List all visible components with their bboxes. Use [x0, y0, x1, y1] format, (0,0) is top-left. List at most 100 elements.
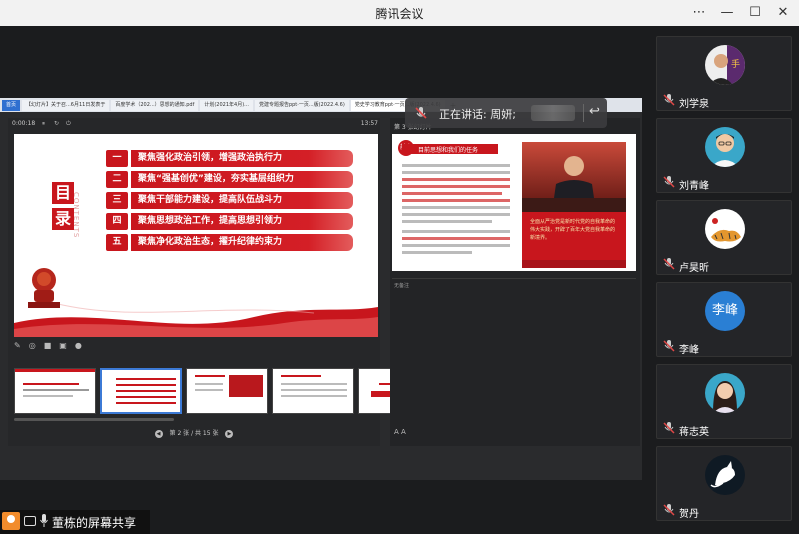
- item-number: 二: [106, 171, 128, 188]
- thumbnail-scrollbar[interactable]: [14, 418, 174, 421]
- next-slide-button[interactable]: ▶: [225, 429, 234, 438]
- banner-divider: [583, 104, 584, 122]
- participant-name: 刘青峰: [679, 181, 709, 192]
- next-slide-preview: 前言 目前思想和我们的任务: [392, 134, 636, 271]
- slide-thumbnail[interactable]: [272, 368, 354, 414]
- microphone-icon: [40, 514, 48, 527]
- participant-tile[interactable]: 蒋志英: [656, 364, 792, 439]
- contents-item: 二 聚焦“强基创优”建设，夯实基层组织力: [106, 171, 368, 188]
- contents-char: 录: [52, 208, 74, 230]
- maximize-button[interactable]: ☐: [745, 3, 765, 23]
- reset-icon[interactable]: ↻: [54, 120, 59, 127]
- item-text: 聚焦思想政治工作，提高思想引领力: [131, 213, 353, 230]
- screen-share-icon: [24, 516, 36, 526]
- clock-time: 13:57: [360, 120, 378, 127]
- participant-avatar: [705, 455, 745, 495]
- notes-panel[interactable]: [392, 278, 636, 428]
- screen-sharer-bar: 董栋的屏幕共享: [0, 510, 150, 534]
- power-icon[interactable]: ⏻: [66, 120, 71, 128]
- presenter-tools: ✎ ◎ ■ ▣ ●: [14, 341, 82, 353]
- camera-icon[interactable]: ■: [44, 341, 52, 353]
- browser-tab[interactable]: 首页: [2, 99, 21, 111]
- more-button[interactable]: ⋯: [689, 3, 709, 23]
- speaking-banner: 正在讲话: 周妍; ↩: [405, 98, 607, 128]
- mic-muted-icon[interactable]: [662, 339, 676, 353]
- close-button[interactable]: ✕: [773, 3, 793, 23]
- browser-tab[interactable]: 百度学术（202...）思想的通知.pdf: [111, 99, 199, 111]
- slide-pager: ◀ 第 2 张 / 共 15 张 ▶: [8, 428, 380, 438]
- pause-icon[interactable]: ⏸: [42, 120, 45, 128]
- contents-item: 五 聚焦净化政治生态，擢升纪律约束力: [106, 234, 368, 251]
- next-slide-quote: 全面从严治党是新时代党的自我革命的伟大实践，开辟了百年大党自我革命的新境界。: [522, 212, 626, 260]
- item-number: 五: [106, 234, 128, 251]
- pen-icon[interactable]: ✎: [14, 341, 21, 353]
- slide-thumbnail[interactable]: [14, 368, 96, 414]
- item-number: 三: [106, 192, 128, 209]
- mic-muted-icon[interactable]: [662, 421, 676, 435]
- browser-tab[interactable]: 【幻灯片】关于召...6月11日发表于: [22, 99, 110, 111]
- item-text: 聚焦强化政治引领，增强政治执行力: [131, 150, 353, 167]
- participant-avatar: 手: [705, 45, 745, 85]
- participant-tile[interactable]: 贺丹: [656, 446, 792, 521]
- slide-thumbnails: [14, 368, 440, 416]
- item-text: 聚焦净化政治生态，擢升纪律约束力: [131, 234, 353, 251]
- contents-item: 三 聚焦干部能力建设，提高队伍战斗力: [106, 192, 368, 209]
- mic-muted-icon: [415, 107, 427, 119]
- title-bar: 腾讯会议 ⋯ — ☐ ✕: [0, 0, 799, 26]
- minimize-button[interactable]: —: [717, 3, 737, 23]
- item-number: 四: [106, 213, 128, 230]
- contents-heading: 目 录 CONTENTS: [46, 182, 86, 262]
- participant-tile[interactable]: 卢昊昕: [656, 200, 792, 275]
- participant-avatar: [705, 127, 745, 167]
- speaking-label: 正在讲话: 周妍;: [439, 108, 516, 121]
- participant-tile[interactable]: 李峰 李峰: [656, 282, 792, 357]
- presenter-view: 0:00:18 ⏸ ↻ ⏻ 13:57 目 录 CONTENTS 一 聚焦强化政…: [8, 118, 440, 446]
- presenter-timer-row: 0:00:18 ⏸ ↻ ⏻ 13:57: [8, 120, 380, 130]
- participant-avatar-text: 李峰: [705, 291, 745, 331]
- next-slide-footer-bar: [522, 260, 626, 268]
- participant-tile[interactable]: 刘青峰: [656, 118, 792, 193]
- tencent-meeting-window: 腾讯会议 ⋯ — ☐ ✕ 首页 【幻灯片】关于召...6月11日发表于 百度学术…: [0, 0, 799, 534]
- participant-name: 刘学泉: [679, 99, 709, 110]
- browser-tab[interactable]: 计划(2021年4月)...: [200, 99, 253, 111]
- participant-name: 卢昊昕: [679, 263, 709, 274]
- speaker-photo-image: [522, 142, 626, 212]
- slide-thumbnail[interactable]: [186, 368, 268, 414]
- slide-thumbnail-selected[interactable]: [100, 368, 182, 414]
- elapsed-time: 0:00:18: [12, 120, 36, 127]
- item-text: 聚焦干部能力建设，提高队伍战斗力: [131, 192, 353, 209]
- prev-slide-button[interactable]: ◀: [154, 429, 163, 438]
- user-avatar-icon: [2, 512, 20, 530]
- contents-english: CONTENTS: [72, 192, 80, 239]
- item-text: 聚焦“强基创优”建设，夯实基层组织力: [131, 171, 353, 188]
- next-slide-body-lines: [402, 164, 510, 254]
- contents-list: 一 聚焦强化政治引领，增强政治执行力 二 聚焦“强基创优”建设，夯实基层组织力 …: [106, 150, 368, 255]
- window-title: 腾讯会议: [375, 7, 424, 21]
- participant-name: 李峰: [679, 345, 699, 356]
- contents-item: 四 聚焦思想政治工作，提高思想引领力: [106, 213, 368, 230]
- participant-name: 蒋志英: [679, 427, 709, 438]
- sharer-name: 董栋的屏幕共享: [52, 516, 137, 530]
- shared-desktop: 首页 【幻灯片】关于召...6月11日发表于 百度学术（202...）思想的通知…: [0, 98, 642, 480]
- mic-muted-icon[interactable]: [662, 503, 676, 517]
- current-slide: 目 录 CONTENTS 一 聚焦强化政治引领，增强政治执行力 二 聚焦“强基创…: [14, 134, 378, 337]
- notes-label: 无备注: [394, 283, 410, 289]
- back-icon[interactable]: ↩: [589, 104, 600, 119]
- more-options-icon[interactable]: ●: [75, 341, 82, 353]
- participant-avatar: [705, 373, 745, 413]
- contents-char: 目: [52, 182, 74, 204]
- window-controls: ⋯ — ☐ ✕: [689, 3, 793, 23]
- laser-pointer-icon[interactable]: ◎: [29, 341, 36, 353]
- participant-avatar: [705, 209, 745, 249]
- subtitle-icon[interactable]: ▣: [59, 341, 67, 353]
- mic-muted-icon[interactable]: [662, 93, 676, 107]
- slide-wave-decoration: [14, 303, 378, 337]
- slide-page-indicator: 第 2 张 / 共 15 张: [169, 430, 219, 437]
- mic-muted-icon[interactable]: [662, 175, 676, 189]
- contents-item: 一 聚焦强化政治引领，增强政治执行力: [106, 150, 368, 167]
- svg-text:手: 手: [731, 58, 740, 70]
- mic-muted-icon[interactable]: [662, 257, 676, 271]
- participant-tile[interactable]: 手 刘学泉: [656, 36, 792, 111]
- text-size-icon[interactable]: A A: [394, 428, 406, 436]
- browser-tab[interactable]: 党建专题报告ppt·一页...版(2022.4.6): [254, 99, 349, 111]
